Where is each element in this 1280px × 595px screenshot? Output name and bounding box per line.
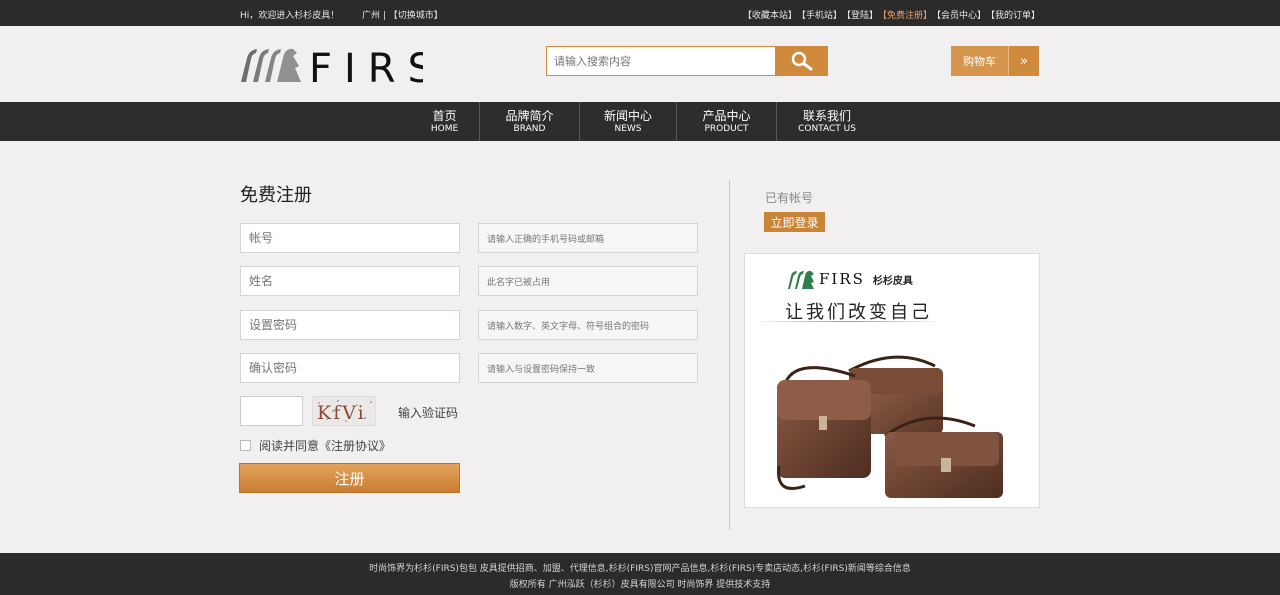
captcha-noise: KfVi (317, 400, 372, 424)
confirm-password-hint: 请输入与设置密码保持一致 (478, 353, 698, 383)
nav-item-sublabel: NEWS (614, 123, 642, 134)
top-link-register[interactable]: 【免费注册】 (878, 8, 932, 21)
captcha-text: KfVi (317, 402, 366, 424)
captcha-image[interactable]: KfVi (312, 396, 376, 426)
password-field[interactable] (240, 310, 460, 340)
leather-bags-illustration (777, 355, 1003, 498)
have-account-text: 已有帐号 (765, 191, 814, 205)
nav-item-home[interactable]: 首页 HOME (410, 102, 480, 141)
column-divider (729, 180, 730, 530)
promo-divider (753, 321, 943, 322)
nav-item-brand[interactable]: 品牌简介 BRAND (480, 102, 580, 141)
nav-item-news[interactable]: 新闻中心 NEWS (580, 102, 677, 141)
nav-item-label: 首页 (432, 108, 457, 123)
top-bar: Hi，欢迎进入杉杉皮具！ 广州 | 【切换城市】 【收藏本站】 【手机站】 【登… (0, 0, 1280, 26)
nav-item-label: 新闻中心 (603, 108, 652, 123)
top-link-member-center[interactable]: 【会员中心】 (932, 8, 986, 21)
search-button[interactable] (775, 46, 828, 76)
confirm-password-field[interactable] (240, 353, 460, 383)
promo-image: FIRS 杉杉皮具 让我们改变自己 (744, 253, 1040, 508)
top-links: 【收藏本站】 【手机站】 【登陆】 【免费注册】 【会员中心】 【我的订单】 (743, 8, 1040, 21)
login-now-button[interactable]: 立即登录 (764, 212, 825, 232)
search-bar (546, 46, 828, 76)
nav-item-product[interactable]: 产品中心 PRODUCT (677, 102, 777, 141)
nav-item-sublabel: PRODUCT (704, 123, 749, 134)
site-logo[interactable]: FIRS (239, 44, 433, 92)
nav-item-label: 产品中心 (702, 108, 751, 123)
agreement-text[interactable]: 阅读并同意《注册协议》 (259, 437, 391, 454)
logo-text: FIRS (309, 46, 423, 86)
top-link-login[interactable]: 【登陆】 (842, 8, 878, 21)
agreement-row: 阅读并同意《注册协议》 (240, 437, 391, 454)
register-title: 免费注册 (240, 185, 312, 206)
city-switcher[interactable]: 广州 | 【切换城市】 (362, 8, 443, 21)
password-hint: 请输入数字、英文字母、符号组合的密码 (478, 310, 698, 340)
firs-logo-icon: FIRS (241, 46, 433, 92)
account-field[interactable] (240, 223, 460, 253)
captcha-label: 输入验证码 (398, 406, 459, 420)
footer-copyright: 版权所有 广州泓跃（杉杉）皮具有限公司 时尚饰界 提供技术支持 (509, 580, 771, 590)
welcome-text: Hi，欢迎进入杉杉皮具！ (240, 11, 340, 21)
register-submit-button[interactable]: 注册 (239, 463, 460, 493)
nav-item-label: 联系我们 (802, 108, 851, 123)
nav-item-sublabel: HOME (430, 123, 459, 134)
captcha-input[interactable] (240, 396, 303, 426)
agreement-checkbox[interactable] (240, 440, 251, 451)
nav-item-sublabel: CONTACT US (798, 123, 856, 134)
footer-description: 时尚饰界为杉杉(FIRS)包包 皮具提供招商、加盟、代理信息,杉杉(FIRS)官… (369, 564, 911, 574)
nav-item-contact[interactable]: 联系我们 CONTACT US (777, 102, 877, 141)
account-hint: 请输入正确的手机号码或邮箱 (478, 223, 698, 253)
top-link-mobile[interactable]: 【手机站】 (797, 8, 842, 21)
search-icon (791, 51, 812, 71)
promo-brand-cn: 杉杉皮具 (872, 275, 913, 287)
promo-brand: FIRS 杉杉皮具 (787, 268, 913, 290)
cart-label: 购物车 (963, 55, 996, 68)
site-footer: 时尚饰界为杉杉(FIRS)包包 皮具提供招商、加盟、代理信息,杉杉(FIRS)官… (0, 553, 1280, 595)
top-link-my-orders[interactable]: 【我的订单】 (986, 8, 1040, 21)
search-input[interactable] (546, 46, 775, 76)
promo-brand-text: FIRS (819, 270, 865, 288)
nav-item-label: 品牌简介 (505, 108, 554, 123)
double-chevron-right-icon: » (1008, 46, 1039, 76)
top-link-favorite[interactable]: 【收藏本站】 (743, 8, 797, 21)
nav-item-sublabel: BRAND (513, 123, 546, 134)
cart-button[interactable]: 购物车 » (951, 46, 1039, 76)
main-nav: 首页 HOME 品牌简介 BRAND 新闻中心 NEWS 产品中心 PRODUC… (0, 102, 1280, 141)
firs-mark-icon (788, 270, 814, 289)
name-hint: 此名字已被占用 (478, 266, 698, 296)
name-field[interactable] (240, 266, 460, 296)
